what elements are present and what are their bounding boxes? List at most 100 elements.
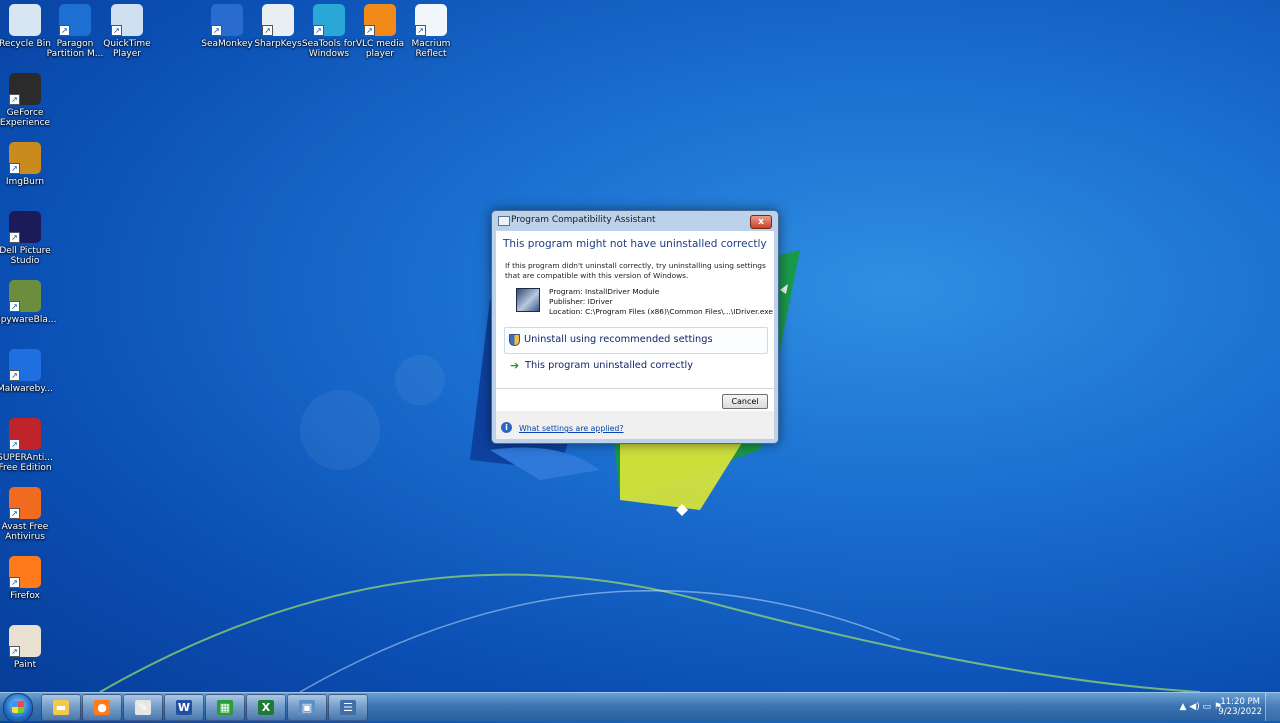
shortcut-arrow-icon: ↗ xyxy=(9,163,20,174)
desktop-icon-malwarebytes[interactable]: ↗ Malwareby... xyxy=(0,349,55,394)
desktop-icon-paragon[interactable]: ↗ Paragon Partition M... xyxy=(45,4,105,59)
start-button[interactable] xyxy=(3,693,33,723)
shortcut-arrow-icon: ↗ xyxy=(262,25,273,36)
recycle-bin-icon xyxy=(9,4,41,36)
seamonkey-icon: ↗ xyxy=(211,4,243,36)
desktop-icon-firefox[interactable]: ↗ Firefox xyxy=(0,556,55,601)
cancel-button[interactable]: Cancel xyxy=(722,394,768,409)
taskbar-list-app-button[interactable]: ☰ xyxy=(328,694,368,721)
geforce-icon: ↗ xyxy=(9,73,41,105)
desktop-icon-geforce[interactable]: ↗ GeForce Experience xyxy=(0,73,55,128)
desktop-icon-superantispyware[interactable]: ↗ SUPERAnti... Free Edition xyxy=(0,418,55,473)
shortcut-arrow-icon: ↗ xyxy=(9,301,20,312)
imgburn-icon: ↗ xyxy=(9,142,41,174)
desktop-icon-label: QuickTime Player xyxy=(103,39,151,59)
taskbar-word-button[interactable]: W xyxy=(164,694,204,721)
paint-icon: ✎ xyxy=(135,700,151,715)
shortcut-arrow-icon: ↗ xyxy=(9,439,20,450)
desktop-icon-paint[interactable]: ↗ Paint xyxy=(0,625,55,670)
shortcut-arrow-icon: ↗ xyxy=(9,508,20,519)
taskbar-paint-button[interactable]: ✎ xyxy=(123,694,163,721)
malwarebytes-icon: ↗ xyxy=(9,349,41,381)
show-desktop-button[interactable] xyxy=(1265,693,1280,721)
macrium-icon: ↗ xyxy=(415,4,447,36)
dialog-description: If this program didn't uninstall correct… xyxy=(505,261,766,280)
clock-time: 11:20 PM xyxy=(1220,697,1261,707)
taskbar-explorer-button[interactable]: ▬ xyxy=(41,694,81,721)
avast-icon: ↗ xyxy=(9,487,41,519)
dell-picture-studio-icon: ↗ xyxy=(9,211,41,243)
desktop-icon-label: Malwareby... xyxy=(0,384,54,394)
separator xyxy=(496,388,774,389)
taskbar-excel-button[interactable]: X xyxy=(246,694,286,721)
uninstall-recommended-label: Uninstall using recommended settings xyxy=(524,334,713,345)
windows-update-icon: ▦ xyxy=(217,700,233,715)
desktop-icon-label: Paint xyxy=(13,660,37,670)
superantispyware-icon: ↗ xyxy=(9,418,41,450)
windows-logo-icon xyxy=(12,701,24,713)
shortcut-arrow-icon: ↗ xyxy=(9,370,20,381)
sharpkeys-icon: ↗ xyxy=(262,4,294,36)
uninstall-recommended-option[interactable]: Uninstall using recommended settings xyxy=(504,327,768,354)
taskbar-remote-desktop-button[interactable]: ▣ xyxy=(287,694,327,721)
desktop-icon-label: Macrium Reflect xyxy=(411,39,451,59)
firefox-icon: ● xyxy=(94,700,110,715)
clock-date: 9/23/2022 xyxy=(1218,707,1262,717)
shortcut-arrow-icon: ↗ xyxy=(364,25,375,36)
shield-icon xyxy=(509,334,520,346)
list-app-icon: ☰ xyxy=(340,700,356,715)
desktop-icon-macrium[interactable]: ↗ Macrium Reflect xyxy=(401,4,461,59)
shortcut-arrow-icon: ↗ xyxy=(9,94,20,105)
desktop-icon-label: Paragon Partition M... xyxy=(46,39,104,59)
word-icon: W xyxy=(176,700,192,715)
dialog-titlebar[interactable]: Program Compatibility Assistant x xyxy=(492,211,778,231)
quicktime-icon: ↗ xyxy=(111,4,143,36)
green-arrow-icon: ➔ xyxy=(510,359,520,372)
program-location: Location: C:\Program Files (x86)\Common … xyxy=(549,307,773,316)
window-app-icon xyxy=(498,216,510,226)
excel-icon: X xyxy=(258,700,274,715)
desktop-icon-label: GeForce Experience xyxy=(0,108,51,128)
paint-icon: ↗ xyxy=(9,625,41,657)
settings-applied-link[interactable]: What settings are applied? xyxy=(519,424,624,433)
close-button[interactable]: x xyxy=(750,215,772,229)
shortcut-arrow-icon: ↗ xyxy=(111,25,122,36)
info-icon: i xyxy=(501,422,512,433)
dialog-title: Program Compatibility Assistant xyxy=(511,215,656,225)
shortcut-arrow-icon: ↗ xyxy=(9,646,20,657)
program-name: Program: InstallDriver Module xyxy=(549,287,660,296)
taskbar: ▬ ● ✎ W ▦ X ▣ ☰ ▲ ◀) ▭ ⚑ 11:20 PM 9/23/2022 xyxy=(0,692,1280,723)
seatools-icon: ↗ xyxy=(313,4,345,36)
uninstalled-correctly-label: This program uninstalled correctly xyxy=(525,360,693,371)
desktop-icon-imgburn[interactable]: ↗ ImgBurn xyxy=(0,142,55,187)
desktop-icon-label: SUPERAnti... Free Edition xyxy=(0,453,53,473)
shortcut-arrow-icon: ↗ xyxy=(211,25,222,36)
program-icon xyxy=(516,288,540,312)
desktop-icon-label: ImgBurn xyxy=(5,177,45,187)
desktop-icon-label: Avast Free Antivirus xyxy=(1,522,49,542)
desktop-icon-dell-picture-studio[interactable]: ↗ Dell Picture Studio xyxy=(0,211,55,266)
dialog-heading: This program might not have uninstalled … xyxy=(503,238,767,250)
taskbar-firefox-button[interactable]: ● xyxy=(82,694,122,721)
desktop-icon-spywareblaster[interactable]: ↗ SpywareBla... xyxy=(0,280,56,325)
paragon-icon: ↗ xyxy=(59,4,91,36)
shortcut-arrow-icon: ↗ xyxy=(313,25,324,36)
system-tray[interactable]: ▲ ◀) ▭ ⚑ xyxy=(1179,702,1222,712)
remote-desktop-icon: ▣ xyxy=(299,700,315,715)
desktop-icon-quicktime[interactable]: ↗ QuickTime Player xyxy=(97,4,157,59)
shortcut-arrow-icon: ↗ xyxy=(9,577,20,588)
taskbar-windows-update-button[interactable]: ▦ xyxy=(205,694,245,721)
program-compatibility-dialog: Program Compatibility Assistant x This p… xyxy=(491,210,779,444)
spywareblaster-icon: ↗ xyxy=(9,280,41,312)
clock[interactable]: 11:20 PM 9/23/2022 xyxy=(1218,697,1262,717)
desktop-icon-label: Firefox xyxy=(10,591,40,601)
program-info: Program: InstallDriver Module Publisher:… xyxy=(549,287,773,317)
vlc-icon: ↗ xyxy=(364,4,396,36)
desktop-icon-avast[interactable]: ↗ Avast Free Antivirus xyxy=(0,487,55,542)
program-publisher: Publisher: IDriver xyxy=(549,297,613,306)
explorer-icon: ▬ xyxy=(53,700,69,715)
desktop-icon-label: Dell Picture Studio xyxy=(0,246,51,266)
shortcut-arrow-icon: ↗ xyxy=(9,232,20,243)
firefox-icon: ↗ xyxy=(9,556,41,588)
uninstalled-correctly-option[interactable]: ➔ This program uninstalled correctly xyxy=(504,354,766,379)
